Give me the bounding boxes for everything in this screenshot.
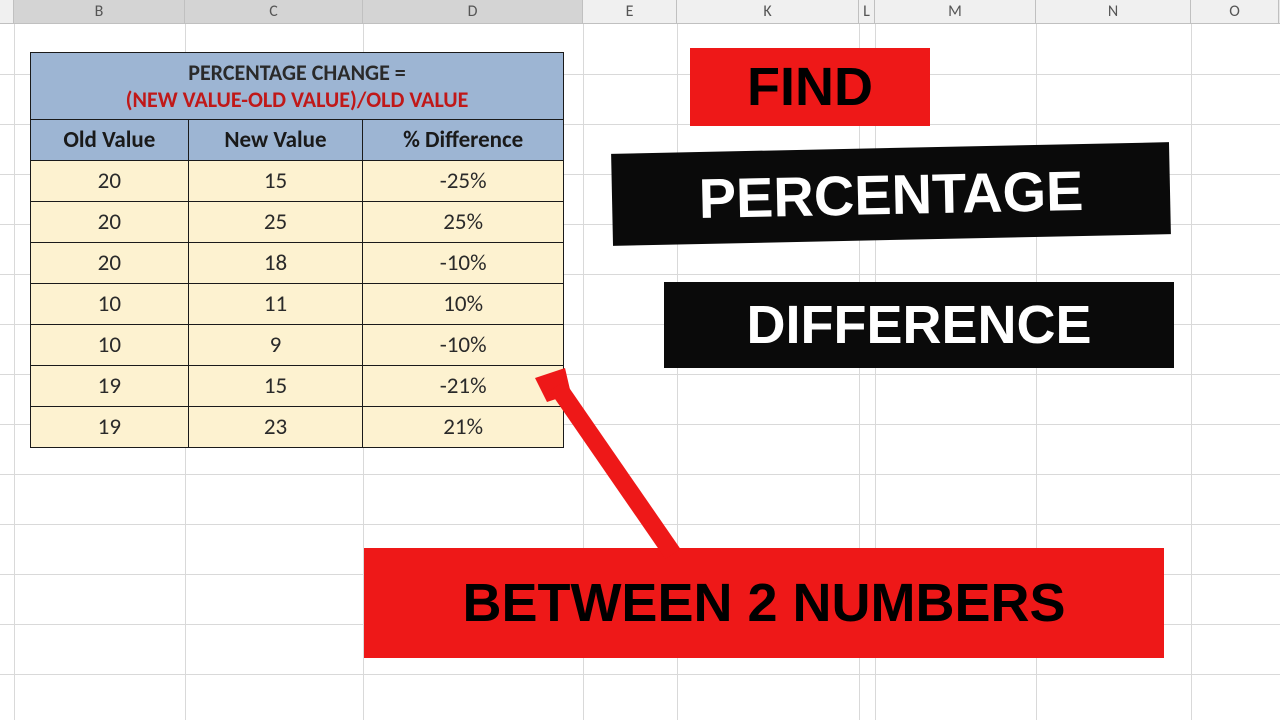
cell-new[interactable]: 15 bbox=[188, 366, 363, 407]
overlay-difference: DIFFERENCE bbox=[664, 282, 1174, 368]
column-header-M[interactable]: M bbox=[875, 0, 1036, 23]
column-header-E[interactable]: E bbox=[583, 0, 677, 23]
cell-old[interactable]: 20 bbox=[31, 243, 189, 284]
cell-old[interactable]: 20 bbox=[31, 161, 189, 202]
cell-diff[interactable]: -10% bbox=[363, 325, 564, 366]
column-header-D[interactable]: D bbox=[363, 0, 583, 23]
cell-old[interactable]: 19 bbox=[31, 407, 189, 448]
cell-new[interactable]: 9 bbox=[188, 325, 363, 366]
header-new-value[interactable]: New Value bbox=[188, 120, 363, 161]
table-title-cell[interactable]: PERCENTAGE CHANGE = (NEW VALUE-OLD VALUE… bbox=[31, 53, 564, 120]
formula-title-line2: (NEW VALUE-OLD VALUE)/OLD VALUE bbox=[35, 86, 559, 113]
cell-old[interactable]: 10 bbox=[31, 325, 189, 366]
header-old-value[interactable]: Old Value bbox=[31, 120, 189, 161]
column-header-L[interactable]: L bbox=[859, 0, 875, 23]
cell-diff[interactable]: 21% bbox=[363, 407, 564, 448]
cell-new[interactable]: 15 bbox=[188, 161, 363, 202]
cell-old[interactable]: 10 bbox=[31, 284, 189, 325]
table-row: 10 9 -10% bbox=[31, 325, 564, 366]
cell-diff[interactable]: -10% bbox=[363, 243, 564, 284]
column-header-O[interactable]: O bbox=[1191, 0, 1279, 23]
cell-diff[interactable]: -25% bbox=[363, 161, 564, 202]
table-row: 20 18 -10% bbox=[31, 243, 564, 284]
cell-new[interactable]: 23 bbox=[188, 407, 363, 448]
cell-diff[interactable]: 25% bbox=[363, 202, 564, 243]
cell-new[interactable]: 11 bbox=[188, 284, 363, 325]
header-diff[interactable]: % Difference bbox=[363, 120, 564, 161]
column-header-N[interactable]: N bbox=[1036, 0, 1191, 23]
cell-diff[interactable]: -21% bbox=[363, 366, 564, 407]
percent-change-table[interactable]: PERCENTAGE CHANGE = (NEW VALUE-OLD VALUE… bbox=[30, 52, 564, 448]
table-row: 19 15 -21% bbox=[31, 366, 564, 407]
table-row: 10 11 10% bbox=[31, 284, 564, 325]
table-row: 20 25 25% bbox=[31, 202, 564, 243]
column-header-B[interactable]: B bbox=[14, 0, 185, 23]
table-row: 19 23 21% bbox=[31, 407, 564, 448]
cell-diff[interactable]: 10% bbox=[363, 284, 564, 325]
overlay-between: BETWEEN 2 NUMBERS bbox=[364, 548, 1164, 658]
column-header-row: B C D E K L M N O bbox=[0, 0, 1280, 24]
corner-cell[interactable] bbox=[0, 0, 14, 23]
cell-new[interactable]: 25 bbox=[188, 202, 363, 243]
cell-old[interactable]: 20 bbox=[31, 202, 189, 243]
overlay-percentage: PERCENTAGE bbox=[611, 142, 1171, 246]
cell-old[interactable]: 19 bbox=[31, 366, 189, 407]
overlay-find: FIND bbox=[690, 48, 930, 126]
column-header-C[interactable]: C bbox=[185, 0, 363, 23]
table-row: 20 15 -25% bbox=[31, 161, 564, 202]
cell-new[interactable]: 18 bbox=[188, 243, 363, 284]
formula-title-line1: PERCENTAGE CHANGE = bbox=[35, 59, 559, 86]
column-header-K[interactable]: K bbox=[677, 0, 859, 23]
